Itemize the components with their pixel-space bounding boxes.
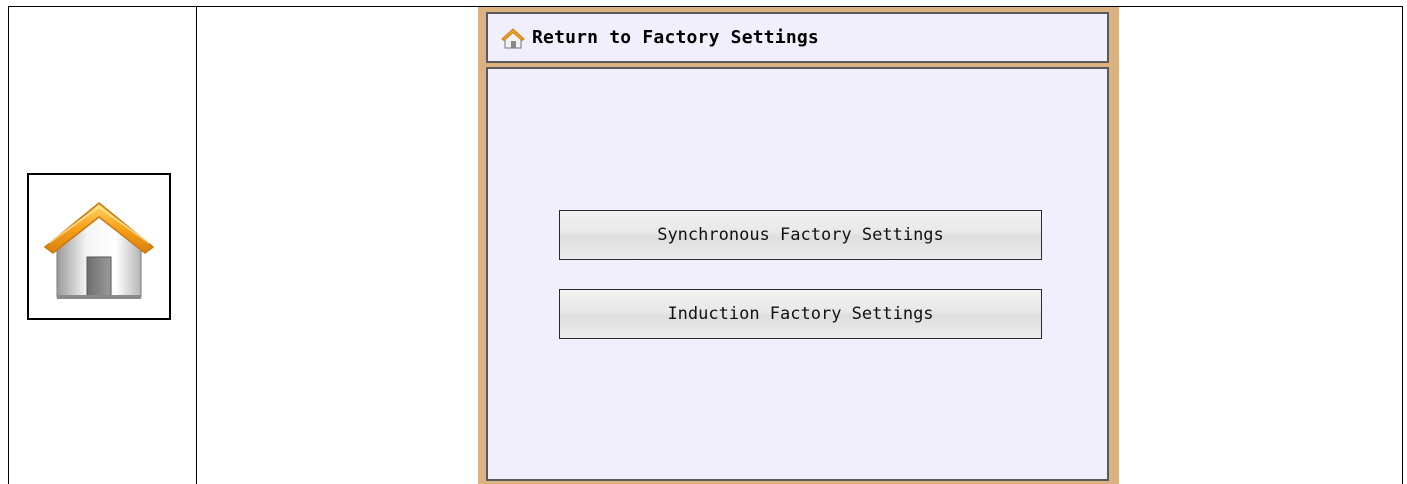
- induction-factory-settings-button[interactable]: Induction Factory Settings: [559, 289, 1042, 339]
- factory-settings-panel: Return to Factory Settings Synchronous F…: [478, 7, 1119, 484]
- synchronous-factory-settings-button[interactable]: Synchronous Factory Settings: [559, 210, 1042, 260]
- table-right-border: [1402, 6, 1403, 484]
- panel-title-bar: Return to Factory Settings: [486, 12, 1109, 63]
- panel-body: Synchronous Factory Settings Induction F…: [486, 67, 1109, 481]
- home-icon: [43, 202, 155, 299]
- home-icon: [500, 25, 526, 51]
- home-icon-cell: [27, 173, 171, 320]
- table-column-divider: [196, 6, 197, 484]
- document-table: Return to Factory Settings Synchronous F…: [0, 0, 1407, 484]
- panel-title: Return to Factory Settings: [532, 27, 819, 48]
- table-left-border: [8, 6, 9, 484]
